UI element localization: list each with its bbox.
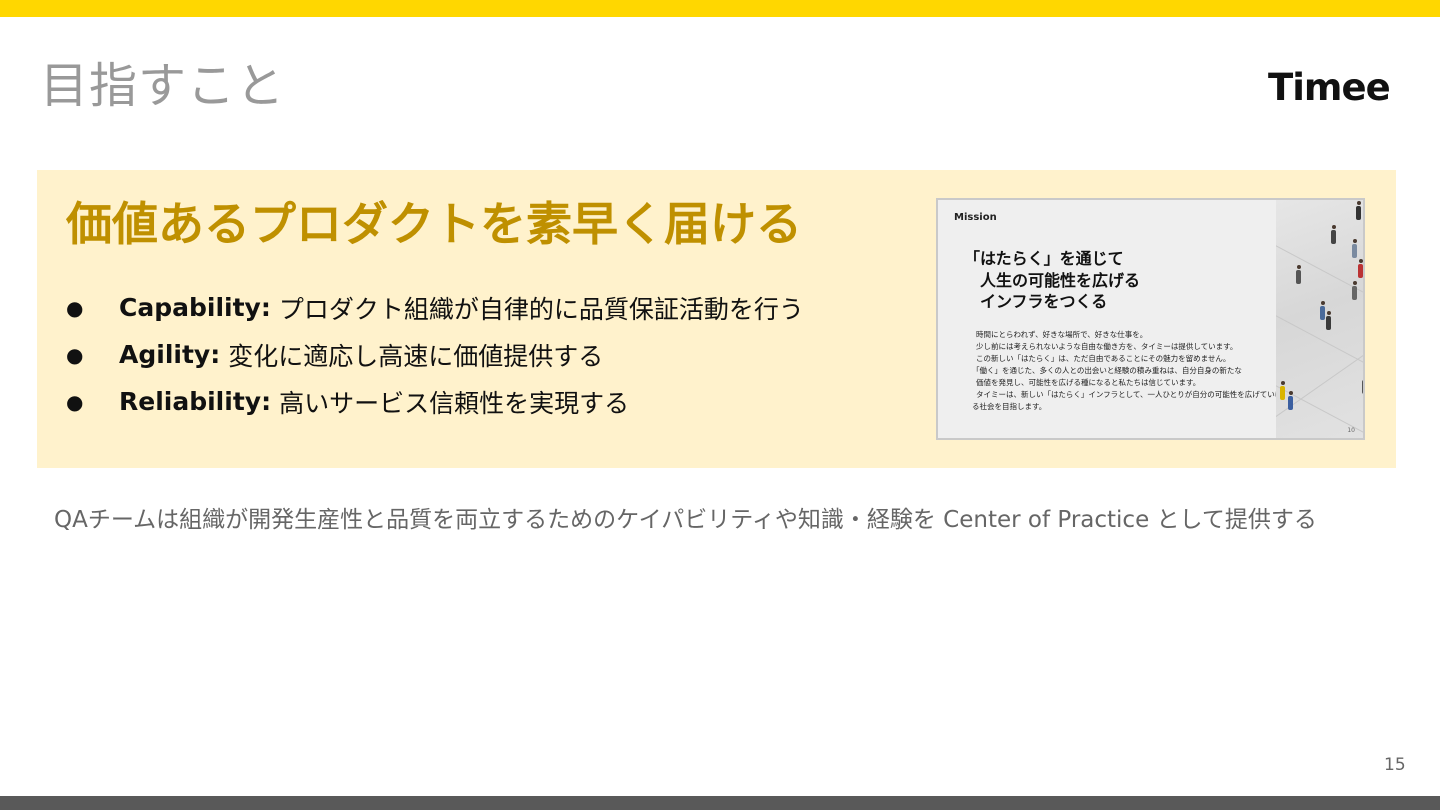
thumbnail-body-line: 「働く」を通じた、多くの人との出会いと経験の積み重ねは、自分自身の新たな (972, 366, 1242, 375)
timee-logo: Timee (1268, 66, 1391, 109)
headline: 価値あるプロダクトを素早く届ける (66, 197, 802, 251)
qa-team-description: QAチームは組織が開発生産性と品質を両立するためのケイパビリティや知識・経験を … (54, 507, 1317, 533)
bullet-key: Reliability: (119, 387, 272, 416)
bullet-dot-icon: ● (66, 389, 84, 414)
bullet-key: Agility: (119, 340, 221, 369)
bullet-dot-icon: ● (66, 342, 84, 367)
slide-title: 目指すこと (40, 58, 286, 114)
crowd-photo (1276, 200, 1363, 438)
thumbnail-body: 時間にとらわれず、好きな場所で、好きな仕事を。 少し前には考えられないような自由… (972, 329, 1283, 413)
top-accent-bar (0, 0, 1440, 17)
thumbnail-body-line: 価値を発見し、可能性を広げる種になると私たちは信じています。 (976, 378, 1201, 387)
thumbnail-heading-line: インフラをつくる (980, 292, 1108, 312)
thumbnail-body-line: 時間にとらわれず、好きな場所で、好きな仕事を。 (976, 330, 1148, 339)
thumbnail-heading-line: 「はたらく」を通じて (964, 249, 1124, 268)
bullet-list: ● Capability: プロダクト組織が自律的に品質保証活動を行う ● Ag… (66, 284, 896, 425)
bullet-text: 高いサービス信頼性を実現する (279, 388, 630, 418)
bullet-text: プロダクト組織が自律的に品質保証活動を行う (278, 294, 804, 324)
thumbnail-body-line: この新しい「はたらく」は、ただ自由であることにその魅力を留めません。 (976, 354, 1231, 363)
bullet-item-capability: ● Capability: プロダクト組織が自律的に品質保証活動を行う (66, 284, 896, 331)
bullet-item-agility: ● Agility: 変化に適応し高速に価値提供する (66, 331, 896, 378)
bullet-key: Capability: (119, 293, 271, 322)
bullet-dot-icon: ● (66, 295, 84, 320)
bottom-bar (0, 796, 1440, 810)
thumbnail-body-line: タイミーは、新しい「はたらく」インフラとして、一人ひとりが自分の可能性を広げてい… (976, 390, 1283, 399)
thumbnail-heading: 「はたらく」を通じて 人生の可能性を広げる インフラをつくる (964, 248, 1140, 313)
thumbnail-page-number: 10 (1347, 427, 1355, 434)
thumbnail-body-line: 少し前には考えられないような自由な働き方を、タイミーは提供しています。 (976, 342, 1238, 351)
mission-slide-thumbnail: Mission 「はたらく」を通じて 人生の可能性を広げる インフラをつくる 時… (936, 198, 1365, 440)
bullet-text: 変化に適応し高速に価値提供する (228, 341, 604, 371)
bullet-item-reliability: ● Reliability: 高いサービス信頼性を実現する (66, 378, 896, 425)
page-number: 15 (1384, 755, 1406, 775)
thumbnail-body-line: る社会を目指します。 (972, 402, 1047, 411)
thumbnail-label: Mission (954, 212, 997, 223)
thumbnail-heading-line: 人生の可能性を広げる (980, 270, 1141, 290)
